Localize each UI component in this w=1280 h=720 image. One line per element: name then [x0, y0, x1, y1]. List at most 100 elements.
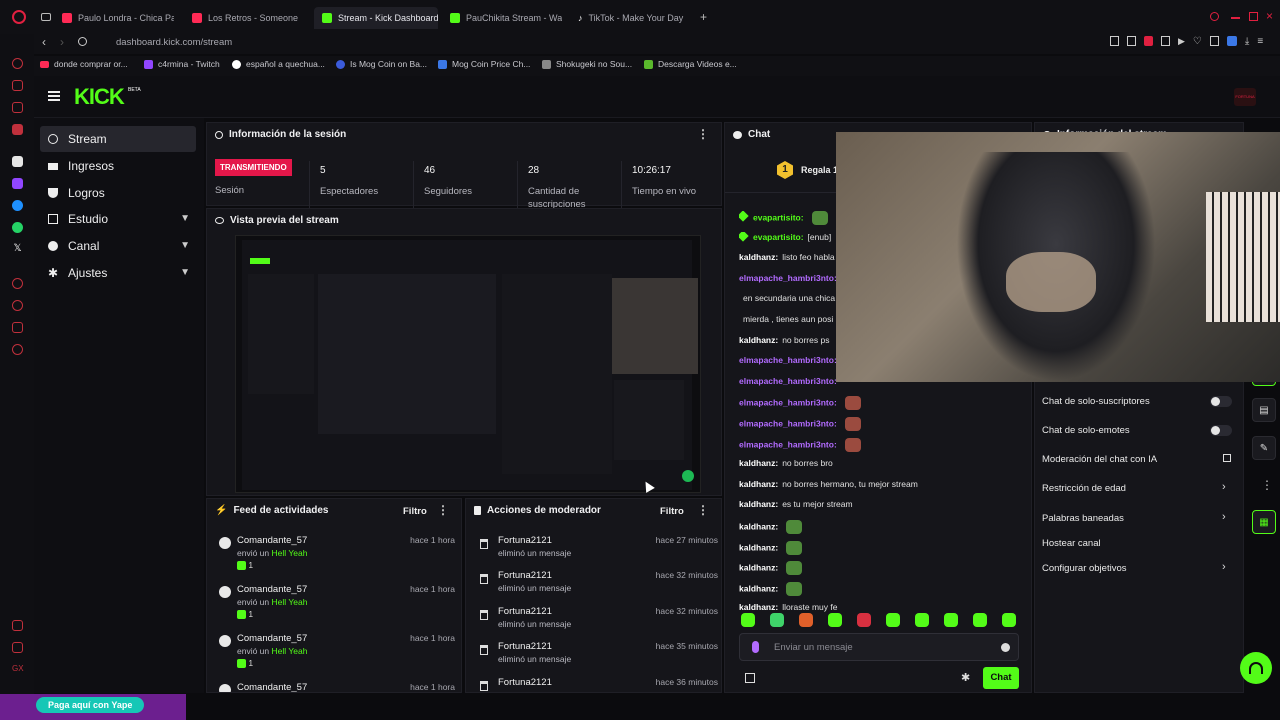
yape-badge[interactable]: Paga aquí con Yape [0, 694, 186, 720]
chat-username[interactable]: kaldhanz: [739, 583, 778, 593]
forward-icon[interactable]: › [60, 35, 64, 49]
tab-4[interactable]: ♪ TikTok - Make Your Day [578, 8, 690, 28]
bookmark-icon[interactable] [1110, 36, 1119, 46]
settings-icon[interactable] [12, 344, 23, 355]
setting-ai-moderation[interactable]: Moderación del chat con IA [1042, 454, 1157, 465]
kebab-menu-icon[interactable]: ⋮ [437, 503, 449, 517]
quick-emote-button[interactable] [944, 613, 958, 627]
mod-username[interactable]: Fortuna2121 [498, 606, 552, 617]
feed-filter-button[interactable]: Filtro [403, 506, 427, 517]
tab-2-active[interactable]: Stream - Kick Dashboard [314, 7, 438, 29]
microphone-icon[interactable] [752, 641, 759, 653]
emote-only-toggle[interactable] [1210, 425, 1232, 436]
reload-icon[interactable] [78, 37, 87, 46]
quick-emote-button[interactable] [915, 613, 929, 627]
hamburger-icon[interactable] [48, 91, 60, 101]
sidebar-item-estudio[interactable]: Estudio ▼ [40, 206, 196, 232]
quick-emote-button[interactable] [828, 613, 842, 627]
chevron-right-icon[interactable]: › [1222, 561, 1226, 573]
tab-1[interactable]: Los Retros - Someone [192, 8, 304, 28]
mod-username[interactable]: Fortuna2121 [498, 641, 552, 652]
whatsapp-icon[interactable] [12, 222, 23, 233]
feed-username[interactable]: Comandante_57 [237, 584, 307, 595]
chevron-down-icon[interactable]: ▼ [180, 240, 190, 251]
chat-username[interactable]: kaldhanz: [739, 499, 778, 509]
chat-username[interactable]: kaldhanz: [739, 252, 778, 262]
rail-wrench-icon[interactable]: ✎ [1252, 436, 1276, 460]
sidebar-item-logros[interactable]: Logros [40, 180, 196, 206]
vpn-icon[interactable] [1144, 36, 1153, 46]
kebab-menu-icon[interactable]: ⋮ [697, 127, 709, 141]
x-icon[interactable]: 𝕏 [12, 244, 23, 255]
sidebar-item-stream[interactable]: Stream [40, 126, 196, 152]
player-icon[interactable] [1161, 36, 1170, 46]
opera-flow-icon[interactable] [12, 58, 23, 69]
support-headset-button[interactable] [1240, 652, 1272, 684]
history-icon[interactable] [12, 278, 23, 289]
bookmark-5[interactable]: Shokugeki no Sou... [542, 59, 632, 69]
quick-emote-button[interactable] [886, 613, 900, 627]
messenger-icon[interactable] [12, 102, 23, 113]
sidebar-item-canal[interactable]: Canal ▼ [40, 233, 196, 259]
setting-goals[interactable]: Configurar objetivos [1042, 563, 1127, 574]
tab-3[interactable]: PauChikita Stream - Wat [450, 8, 562, 28]
chat-username[interactable]: evapartisito: [753, 232, 804, 242]
chat-username[interactable]: kaldhanz: [739, 602, 778, 612]
setting-banned-words[interactable]: Palabras baneadas [1042, 513, 1124, 524]
chat-username[interactable]: kaldhanz: [739, 479, 778, 489]
gear-icon[interactable]: ✱ [961, 671, 970, 684]
chat-username[interactable]: elmapache_hambri3nto: [739, 439, 837, 449]
bookmark-0[interactable]: donde comprar or... [40, 59, 128, 69]
stream-preview-video[interactable] [235, 235, 701, 493]
snapshot-icon[interactable] [12, 642, 23, 653]
rail-more-icon[interactable]: ⋮ [1261, 478, 1273, 492]
setting-age-restriction[interactable]: Restricción de edad [1042, 483, 1126, 494]
url-field[interactable]: dashboard.kick.com/stream [116, 37, 232, 48]
external-link-icon[interactable] [1223, 454, 1231, 462]
bookmark-3[interactable]: Is Mog Coin on Ba... [336, 59, 427, 69]
gift-box-icon[interactable] [745, 673, 755, 683]
mod-filter-button[interactable]: Filtro [660, 506, 684, 517]
snapshot-icon[interactable] [1127, 36, 1136, 46]
bookmark-4[interactable]: Mog Coin Price Ch... [438, 59, 530, 69]
quick-emote-button[interactable] [973, 613, 987, 627]
sidebar-item-ingresos[interactable]: Ingresos [40, 153, 196, 179]
new-tab-button[interactable]: + [700, 10, 707, 24]
close-icon[interactable]: × [1266, 9, 1273, 23]
chat-username[interactable]: elmapache_hambri3nto: [739, 355, 837, 365]
twitch-icon[interactable] [12, 178, 23, 189]
bookmark-1[interactable]: c4rmina - Twitch [144, 59, 220, 69]
chat-username[interactable]: kaldhanz: [739, 542, 778, 552]
quick-emote-button[interactable] [799, 613, 813, 627]
feed-username[interactable]: Comandante_57 [237, 633, 307, 644]
mod-username[interactable]: Fortuna2121 [498, 535, 552, 546]
messenger-blue-icon[interactable] [12, 200, 23, 211]
chat-username[interactable]: kaldhanz: [739, 521, 778, 531]
bookmark-2[interactable]: español a quechua... [232, 59, 325, 69]
sub-only-toggle[interactable] [1210, 396, 1232, 407]
tab-overview-icon[interactable] [41, 13, 51, 21]
kick-logo[interactable]: KICK [74, 84, 125, 110]
chat-username[interactable]: kaldhanz: [739, 335, 778, 345]
player-icon[interactable] [12, 124, 23, 135]
feed-username[interactable]: Comandante_57 [237, 682, 307, 692]
chevron-right-icon[interactable]: › [1222, 511, 1226, 523]
mod-username[interactable]: Fortuna2121 [498, 677, 552, 688]
clock-icon[interactable] [12, 300, 23, 311]
pinboard-icon[interactable] [12, 620, 23, 631]
yape-button[interactable]: Paga aquí con Yape [36, 697, 145, 713]
back-icon[interactable]: ‹ [42, 35, 46, 49]
gx-icon[interactable]: GX [12, 664, 24, 675]
extension-blue-icon[interactable] [1226, 36, 1237, 46]
menu-icon[interactable]: ≡ [1257, 36, 1263, 47]
chat-username[interactable]: elmapache_hambri3nto: [739, 273, 837, 283]
emoji-icon[interactable] [1001, 643, 1010, 652]
quick-emote-button[interactable] [770, 613, 784, 627]
tab-0[interactable]: Paulo Londra - Chica Par [62, 8, 174, 28]
opera-logo-icon[interactable] [12, 10, 26, 24]
kick-icon[interactable] [12, 156, 23, 167]
chat-username[interactable]: elmapache_hambri3nto: [739, 398, 837, 408]
kebab-menu-icon[interactable]: ⋮ [697, 503, 709, 517]
quick-emote-button[interactable] [857, 613, 871, 627]
search-icon[interactable] [1210, 12, 1219, 21]
